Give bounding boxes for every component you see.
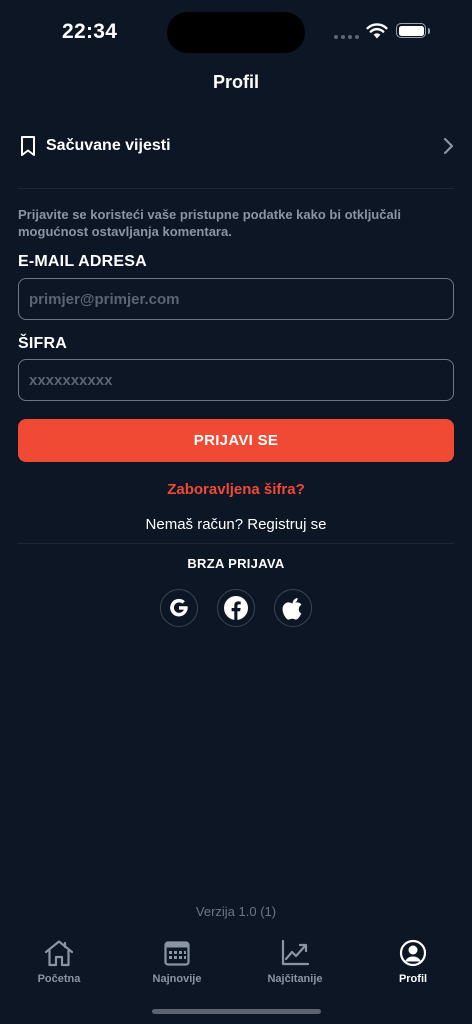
tab-most-read-label: Najčitanije <box>267 973 323 985</box>
google-login-button[interactable] <box>160 589 198 627</box>
trending-chart-icon <box>281 939 310 966</box>
password-field[interactable] <box>18 359 454 401</box>
apple-login-button[interactable] <box>274 589 312 627</box>
cellular-signal-icon <box>334 35 359 39</box>
divider <box>18 543 454 544</box>
email-field[interactable] <box>18 278 454 320</box>
password-label: ŠIFRA <box>18 335 67 352</box>
battery-icon <box>396 23 430 38</box>
login-info-text: Prijavite se koristeći vaše pristupne po… <box>18 207 401 239</box>
email-label: E-MAIL ADRESA <box>18 253 147 270</box>
tab-home-label: Početna <box>37 973 81 985</box>
user-circle-icon <box>399 939 427 967</box>
facebook-icon <box>224 596 248 620</box>
forgot-password-link[interactable]: Zaboravljena šifra? <box>0 481 472 498</box>
tab-profile[interactable]: Profil <box>368 938 458 985</box>
apple-icon <box>282 598 302 620</box>
tab-most-read[interactable]: Najčitanije <box>250 938 340 985</box>
app-version: Verzija 1.0 (1) <box>195 904 277 919</box>
home-icon <box>44 940 74 967</box>
google-icon <box>170 598 188 617</box>
divider <box>18 188 454 189</box>
calendar-icon <box>164 941 190 966</box>
tab-home[interactable]: Početna <box>14 938 104 985</box>
saved-news-row[interactable]: Sačuvane vijesti <box>18 128 456 164</box>
bookmark-icon <box>21 136 35 156</box>
quick-login-title: BRZA PRIJAVA <box>187 556 285 571</box>
register-link[interactable]: Nemaš račun? Registruj se <box>0 516 472 533</box>
saved-news-label: Sačuvane vijesti <box>46 137 171 154</box>
chevron-right-icon <box>443 137 454 155</box>
status-time: 22:34 <box>62 20 118 43</box>
login-button[interactable]: PRIJAVI SE <box>18 419 454 462</box>
tab-profile-label: Profil <box>398 973 428 985</box>
tab-latest-label: Najnovije <box>152 973 202 985</box>
facebook-login-button[interactable] <box>217 589 255 627</box>
dynamic-island <box>167 12 305 53</box>
home-indicator <box>152 1009 321 1014</box>
page-title: Profil <box>212 72 259 92</box>
status-bar: 22:34 <box>0 0 472 64</box>
tab-latest[interactable]: Najnovije <box>132 938 222 985</box>
wifi-icon <box>366 23 388 39</box>
